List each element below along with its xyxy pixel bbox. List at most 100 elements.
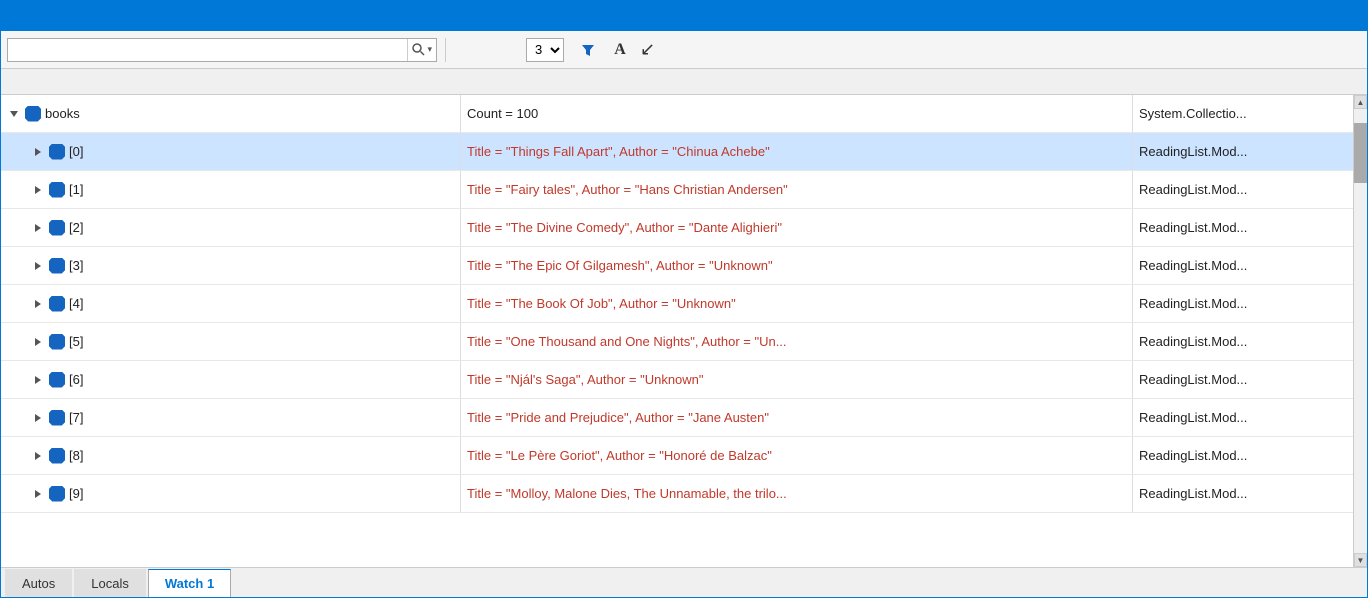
name-text: [9] — [69, 486, 83, 501]
object-icon — [49, 258, 65, 274]
search-input[interactable] — [8, 42, 407, 57]
col-value-cell: Title = "One Thousand and One Nights", A… — [461, 323, 1133, 360]
object-icon — [49, 486, 65, 502]
col-name-cell: [3] — [1, 247, 461, 284]
col-type-cell: ReadingList.Mod... — [1133, 133, 1353, 170]
expand-arrow[interactable] — [31, 297, 45, 311]
scrollbar-thumb[interactable] — [1354, 123, 1367, 183]
col-name-cell: [0] — [1, 133, 461, 170]
expand-right-icon — [33, 413, 43, 423]
toolbar-separator-1 — [445, 38, 446, 62]
scrollbar-up-arrow[interactable]: ▲ — [1354, 95, 1367, 109]
col-type-cell: ReadingList.Mod... — [1133, 209, 1353, 246]
search-icon-button[interactable]: ▾ — [407, 39, 436, 61]
table-row[interactable]: [3]Title = "The Epic Of Gilgamesh", Auth… — [1, 247, 1353, 285]
col-name-cell: [8] — [1, 437, 461, 474]
expand-arrow[interactable] — [31, 487, 45, 501]
search-dropdown-arrow: ▾ — [427, 44, 432, 55]
table-row[interactable]: [9] Title = "Molloy, Malone Dies, The Unn… — [1, 475, 1353, 513]
expand-arrow[interactable] — [31, 411, 45, 425]
scrollbar-down-arrow[interactable]: ▼ — [1354, 553, 1367, 567]
filter-button[interactable] — [574, 37, 602, 63]
expand-right-icon — [33, 299, 43, 309]
name-text: [7] — [69, 410, 83, 425]
object-icon — [49, 372, 65, 388]
table-row[interactable]: [7]Title = "Pride and Prejudice", Author… — [1, 399, 1353, 437]
pin-button[interactable] — [1311, 5, 1333, 27]
col-value-cell: Title = "The Divine Comedy", Author = "D… — [461, 209, 1133, 246]
name-text: [1] — [69, 182, 83, 197]
font-button[interactable]: A — [606, 37, 634, 63]
table-row[interactable]: [4] Title = "The Book Of Job", Author = "… — [1, 285, 1353, 323]
col-name-cell: [7] — [1, 399, 461, 436]
expand-arrow[interactable] — [31, 221, 45, 235]
expand-right-icon — [33, 375, 43, 385]
filter-icon — [581, 43, 595, 57]
col-type-cell: ReadingList.Mod... — [1133, 171, 1353, 208]
tab-watch-1[interactable]: Watch 1 — [148, 569, 231, 597]
name-text: [5] — [69, 334, 83, 349]
col-name-cell: [9] — [1, 475, 461, 512]
tab-locals[interactable]: Locals — [74, 569, 146, 597]
expand-right-icon — [33, 147, 43, 157]
name-text: [4] — [69, 296, 83, 311]
table-row[interactable]: books Count = 100System.Collectio... — [1, 95, 1353, 133]
cursor-indicator: ↙ — [640, 39, 655, 60]
col-value-cell: Title = "The Book Of Job", Author = "Unk… — [461, 285, 1133, 322]
object-icon — [49, 334, 65, 350]
col-type-cell: ReadingList.Mod... — [1133, 475, 1353, 512]
object-icon — [49, 410, 65, 426]
name-text: books — [45, 106, 80, 121]
expand-right-icon — [33, 185, 43, 195]
title-bar-controls — [1285, 5, 1359, 27]
col-value-cell: Title = "Molloy, Malone Dies, The Unnama… — [461, 475, 1133, 512]
col-value-cell: Title = "Fairy tales", Author = "Hans Ch… — [461, 171, 1133, 208]
table-row[interactable]: [2] Title = "The Divine Comedy", Author =… — [1, 209, 1353, 247]
col-name-cell: [2] — [1, 209, 461, 246]
name-text: [6] — [69, 372, 83, 387]
table-row[interactable]: [6]Title = "Njál's Saga", Author = "Unkn… — [1, 361, 1353, 399]
title-bar — [1, 1, 1367, 31]
table-row[interactable]: [8]Title = "Le Père Goriot", Author = "H… — [1, 437, 1353, 475]
close-button[interactable] — [1337, 5, 1359, 27]
expand-arrow[interactable] — [31, 373, 45, 387]
object-icon — [49, 144, 65, 160]
expand-right-icon — [33, 261, 43, 271]
back-button[interactable] — [454, 37, 480, 63]
col-value-cell: Title = "Le Père Goriot", Author = "Hono… — [461, 437, 1133, 474]
col-type-cell: ReadingList.Mod... — [1133, 247, 1353, 284]
expand-arrow[interactable] — [31, 259, 45, 273]
dropdown-button[interactable] — [1285, 5, 1307, 27]
col-name-cell: [1] — [1, 171, 461, 208]
expand-arrow[interactable] — [31, 145, 45, 159]
col-value-cell: Title = "Things Fall Apart", Author = "C… — [461, 133, 1133, 170]
expand-arrow[interactable] — [31, 335, 45, 349]
font-icon: A — [614, 41, 626, 59]
col-type-cell: ReadingList.Mod... — [1133, 399, 1353, 436]
object-icon — [49, 296, 65, 312]
search-box[interactable]: ▾ — [7, 38, 437, 62]
expand-arrow[interactable] — [31, 183, 45, 197]
scrollbar-track[interactable]: ▲ ▼ — [1353, 95, 1367, 567]
watch-window: ▾ 3 1 2 4 5 A ↙ booksCount = 100Syst — [0, 0, 1368, 598]
col-type-cell: System.Collectio... — [1133, 95, 1353, 132]
expand-arrow[interactable] — [31, 449, 45, 463]
search-depth-select[interactable]: 3 1 2 4 5 — [526, 38, 564, 62]
table-row[interactable]: [1] Title = "Fairy tales", Author = "Hans… — [1, 171, 1353, 209]
col-type-cell: ReadingList.Mod... — [1133, 323, 1353, 360]
table-row[interactable]: [5] Title = "One Thousand and One Nights"… — [1, 323, 1353, 361]
object-icon — [49, 448, 65, 464]
col-name-cell: [5] — [1, 323, 461, 360]
col-type-cell: ReadingList.Mod... — [1133, 285, 1353, 322]
expand-right-icon — [33, 337, 43, 347]
expand-arrow[interactable] — [7, 107, 21, 121]
table-row[interactable]: [0] Title = "Things Fall Apart", Author =… — [1, 133, 1353, 171]
col-value-cell: Count = 100 — [461, 95, 1133, 132]
search-icon — [412, 43, 425, 56]
name-text: [2] — [69, 220, 83, 235]
tab-autos[interactable]: Autos — [5, 569, 72, 597]
col-name-cell: books — [1, 95, 461, 132]
name-text: [0] — [69, 144, 83, 159]
forward-button[interactable] — [484, 37, 510, 63]
expand-right-icon — [33, 451, 43, 461]
